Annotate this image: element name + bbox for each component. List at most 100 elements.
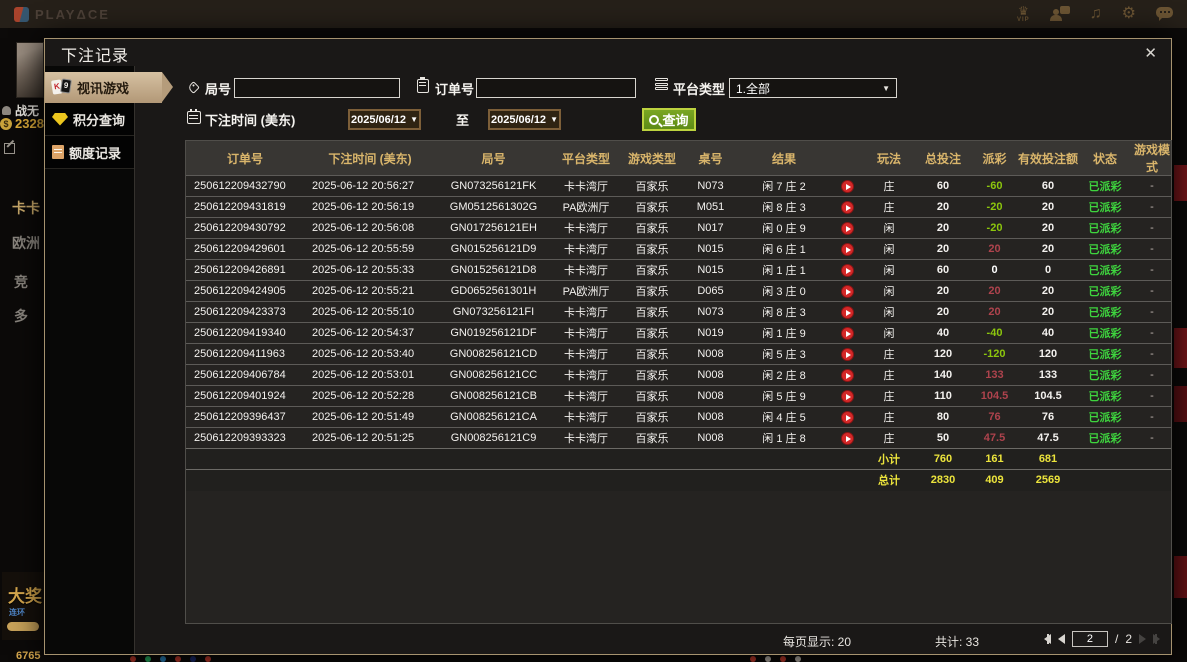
tag-icon bbox=[187, 81, 200, 94]
settings-gear-icon[interactable]: ⚙ bbox=[1122, 6, 1136, 22]
cell-bet: 庄 bbox=[864, 427, 914, 449]
previous-page-icon[interactable] bbox=[1057, 634, 1065, 644]
play-video-icon[interactable] bbox=[840, 221, 854, 235]
tab-points-query[interactable]: 积分查询 bbox=[45, 103, 134, 136]
cell-status: 已派彩 bbox=[1079, 322, 1131, 344]
play-video-icon[interactable] bbox=[840, 200, 854, 214]
cell-order: 250612209429601 bbox=[186, 238, 304, 260]
balance-label: $ 2328 bbox=[0, 116, 44, 131]
cell-platform: PA欧洲厅 bbox=[551, 196, 621, 218]
cell-mode: - bbox=[1131, 301, 1171, 323]
cell-payout: -20 bbox=[972, 217, 1017, 239]
round-number-label: 局号 bbox=[205, 82, 232, 97]
customer-service-icon[interactable] bbox=[1049, 6, 1070, 22]
cell-mode: - bbox=[1131, 343, 1171, 365]
play-video-icon[interactable] bbox=[840, 368, 854, 382]
cell-total: 40 bbox=[914, 322, 972, 344]
cell-valid: 47.5 bbox=[1017, 427, 1079, 449]
subtotal-row-label: 小计 bbox=[864, 448, 914, 470]
cell-table: D065 bbox=[683, 280, 738, 302]
table-row: 250612209406784 2025-06-12 20:53:01 GN0082… bbox=[186, 364, 1171, 386]
cell-status: 已派彩 bbox=[1079, 238, 1131, 260]
cell-platform: 卡卡湾厅 bbox=[551, 238, 621, 260]
column-header: 游戏模式 bbox=[1131, 141, 1171, 176]
cell-platform: 卡卡湾厅 bbox=[551, 175, 621, 197]
sidebar-item-kaka[interactable]: 卡卡 bbox=[12, 198, 40, 218]
cell-order: 250612209393323 bbox=[186, 427, 304, 449]
table-footer: 每页显示: 20 共计: 33 / 2 bbox=[135, 625, 1171, 654]
cell-table: N008 bbox=[683, 406, 738, 428]
sidebar-item-duo[interactable]: 多 bbox=[14, 306, 28, 326]
cell-game: 百家乐 bbox=[621, 322, 683, 344]
cell-time: 2025-06-12 20:54:37 bbox=[304, 322, 436, 344]
play-video-icon[interactable] bbox=[840, 305, 854, 319]
column-header bbox=[830, 141, 864, 176]
cell-order: 250612209432790 bbox=[186, 175, 304, 197]
play-video-icon[interactable] bbox=[840, 410, 854, 424]
cell-result: 闲 0 庄 9 bbox=[738, 217, 830, 239]
play-video-icon[interactable] bbox=[840, 263, 854, 277]
cell-total: 60 bbox=[914, 175, 972, 197]
column-header: 桌号 bbox=[683, 141, 738, 176]
tab-quota-records[interactable]: 额度记录 bbox=[45, 136, 134, 169]
cell-order: 250612209396437 bbox=[186, 406, 304, 428]
cell-platform: 卡卡湾厅 bbox=[551, 322, 621, 344]
cell-result: 闲 4 庄 5 bbox=[738, 406, 830, 428]
next-page-icon[interactable] bbox=[1139, 634, 1146, 644]
cell-total: 20 bbox=[914, 301, 972, 323]
table-row: 250612209396437 2025-06-12 20:51:49 GN0082… bbox=[186, 406, 1171, 428]
cell-result: 闲 5 庄 3 bbox=[738, 343, 830, 365]
play-video-icon[interactable] bbox=[840, 389, 854, 403]
avatar[interactable] bbox=[16, 42, 44, 98]
cell-time: 2025-06-12 20:53:40 bbox=[304, 343, 436, 365]
order-number-input[interactable] bbox=[476, 78, 636, 98]
cell-game: 百家乐 bbox=[621, 364, 683, 386]
promo-banner[interactable]: 大奖 连环 bbox=[2, 572, 44, 640]
play-video-icon[interactable] bbox=[840, 347, 854, 361]
query-button[interactable]: 查询 bbox=[642, 108, 696, 131]
cell-platform: 卡卡湾厅 bbox=[551, 364, 621, 386]
crown-icon: ♛ bbox=[1017, 4, 1029, 18]
cell-round: GN008256121C9 bbox=[436, 427, 551, 449]
gem-icon bbox=[52, 112, 68, 126]
platform-type-select[interactable]: 1.全部 ▼ bbox=[729, 78, 897, 98]
chat-bubble-icon[interactable] bbox=[1156, 7, 1173, 21]
cell-result: 闲 1 庄 1 bbox=[738, 259, 830, 281]
modal-title: 下注记录 bbox=[61, 47, 130, 65]
table-row: 250612209432790 2025-06-12 20:56:27 GN0732… bbox=[186, 175, 1171, 197]
play-video-icon[interactable] bbox=[840, 179, 854, 193]
cell-game: 百家乐 bbox=[621, 280, 683, 302]
cell-mode: - bbox=[1131, 196, 1171, 218]
last-page-icon[interactable] bbox=[1153, 634, 1160, 644]
cell-mode: - bbox=[1131, 217, 1171, 239]
play-video-icon[interactable] bbox=[840, 326, 854, 340]
music-icon[interactable]: ♫ bbox=[1090, 6, 1102, 22]
cell-result: 闲 1 庄 9 bbox=[738, 322, 830, 344]
date-from-picker[interactable]: 2025/06/12 ▼ bbox=[348, 109, 421, 130]
play-video-icon[interactable] bbox=[840, 242, 854, 256]
grand-total-row-total: 2830 bbox=[914, 469, 972, 491]
cell-mode: - bbox=[1131, 259, 1171, 281]
sidebar-item-jing[interactable]: 竞 bbox=[14, 272, 28, 292]
column-header: 下注时间 (美东) bbox=[304, 141, 436, 176]
round-number-input[interactable] bbox=[234, 78, 400, 98]
cell-result: 闲 8 庄 3 bbox=[738, 301, 830, 323]
page-number-input[interactable] bbox=[1071, 631, 1108, 647]
play-video-icon[interactable] bbox=[840, 284, 854, 298]
subtotal-row: 小计 760 161 681 bbox=[186, 448, 1171, 470]
vip-icon[interactable]: ♛ VIP bbox=[1017, 5, 1030, 23]
first-page-icon[interactable] bbox=[1043, 634, 1051, 644]
close-icon[interactable]: ✕ bbox=[1144, 46, 1157, 61]
cell-mode: - bbox=[1131, 175, 1171, 197]
cell-valid: 40 bbox=[1017, 322, 1079, 344]
cell-payout: -120 bbox=[972, 343, 1017, 365]
play-video-icon[interactable] bbox=[840, 431, 854, 445]
date-to-picker[interactable]: 2025/06/12 ▼ bbox=[488, 109, 561, 130]
pagination: / 2 bbox=[1043, 631, 1160, 647]
cell-round: GN008256121CD bbox=[436, 343, 551, 365]
tab-video-games[interactable]: K9 视讯游戏 bbox=[45, 72, 173, 103]
sidebar-item-europe[interactable]: 欧洲 bbox=[12, 233, 40, 253]
cell-payout: 20 bbox=[972, 238, 1017, 260]
cell-round: GN008256121CC bbox=[436, 364, 551, 386]
cell-payout: -40 bbox=[972, 322, 1017, 344]
